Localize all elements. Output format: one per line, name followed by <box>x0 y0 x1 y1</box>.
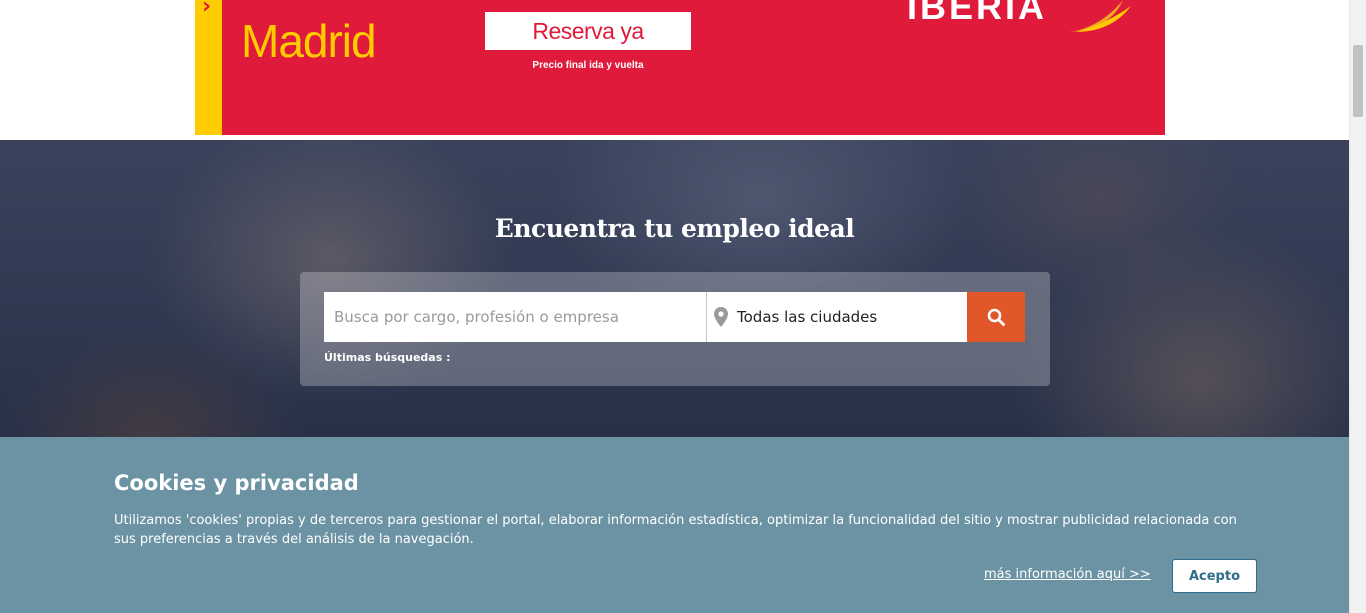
cookie-more-info-link[interactable]: más información aquí >> <box>984 567 1151 582</box>
ad-brand-logo: IBERIA <box>907 0 1048 27</box>
city-select-value: Todas las ciudades <box>737 308 878 326</box>
search-button[interactable] <box>967 292 1025 342</box>
city-select[interactable]: Todas las ciudades <box>706 292 968 342</box>
cookie-accept-button[interactable]: Acepto <box>1172 559 1257 593</box>
page-scrollbar[interactable] <box>1349 0 1366 613</box>
hero-title: Encuentra tu empleo ideal <box>494 214 855 243</box>
ad-left-strip: › <box>195 0 222 135</box>
page: › Madrid Reserva ya Precio final ida y v… <box>0 0 1366 613</box>
ad-price-note: Precio final ida y vuelta <box>532 60 644 71</box>
job-search-input[interactable] <box>324 292 706 342</box>
scrollbar-thumb[interactable] <box>1353 45 1363 117</box>
recent-searches-label: Últimas búsquedas : <box>324 351 451 364</box>
iberia-logo-icon <box>1069 0 1131 32</box>
cookie-title: Cookies y privacidad <box>114 471 359 495</box>
hero-section: Encuentra tu empleo ideal Todas las ciud… <box>0 140 1349 437</box>
chevron-right-icon: › <box>202 0 212 19</box>
ad-reserve-button[interactable]: Reserva ya <box>485 12 691 50</box>
cookie-banner: Cookies y privacidad Utilizamos 'cookies… <box>0 437 1349 613</box>
map-pin-icon <box>714 307 728 327</box>
cookie-text: Utilizamos 'cookies' propias y de tercer… <box>114 513 1237 547</box>
ad-banner[interactable]: › Madrid Reserva ya Precio final ida y v… <box>195 0 1165 135</box>
search-panel: Todas las ciudades Últimas búsquedas : <box>300 272 1050 386</box>
ad-city: Madrid <box>241 15 377 67</box>
search-icon <box>987 308 1005 326</box>
